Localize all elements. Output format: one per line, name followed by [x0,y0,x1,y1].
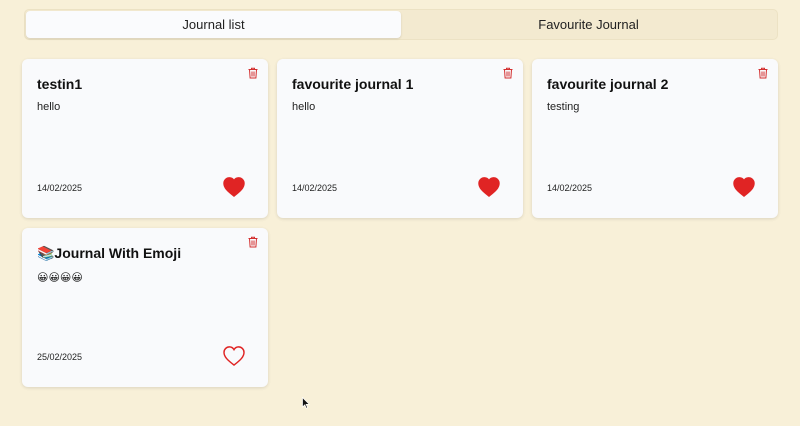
journal-body: hello [37,101,61,113]
journal-title: favourite journal 1 [292,76,414,92]
heart-icon[interactable] [478,177,500,197]
trash-icon[interactable] [757,67,769,79]
tab-favourite-journal[interactable]: Favourite Journal [401,11,776,38]
journal-title: testin1 [37,76,83,92]
journal-card[interactable]: 📚Journal With Emoji 😀😀😀😀 25/02/2025 [22,228,268,387]
journal-body: hello [292,101,316,113]
trash-icon[interactable] [247,236,259,248]
trash-icon[interactable] [247,67,259,79]
journal-grid: testin1 hello 14/02/2025 favourite journ… [22,59,778,387]
tab-bar: Journal list Favourite Journal [24,9,778,40]
heart-icon[interactable] [733,177,755,197]
heart-icon[interactable] [223,346,245,366]
journal-body: 😀😀😀😀 [37,272,83,284]
trash-icon[interactable] [502,67,514,79]
journal-title: 📚Journal With Emoji [37,245,182,261]
journal-card[interactable]: favourite journal 2 testing 14/02/2025 [532,59,778,218]
journal-date: 25/02/2025 [37,352,83,362]
journal-card[interactable]: testin1 hello 14/02/2025 [22,59,268,218]
journal-date: 14/02/2025 [547,183,593,193]
journal-card[interactable]: favourite journal 1 hello 14/02/2025 [277,59,523,218]
tab-journal-list[interactable]: Journal list [26,11,401,38]
journal-title: favourite journal 2 [547,76,669,92]
mouse-pointer-icon [302,397,310,409]
heart-icon[interactable] [223,177,245,197]
journal-date: 14/02/2025 [37,183,83,193]
journal-body: testing [547,101,580,113]
journal-date: 14/02/2025 [292,183,338,193]
